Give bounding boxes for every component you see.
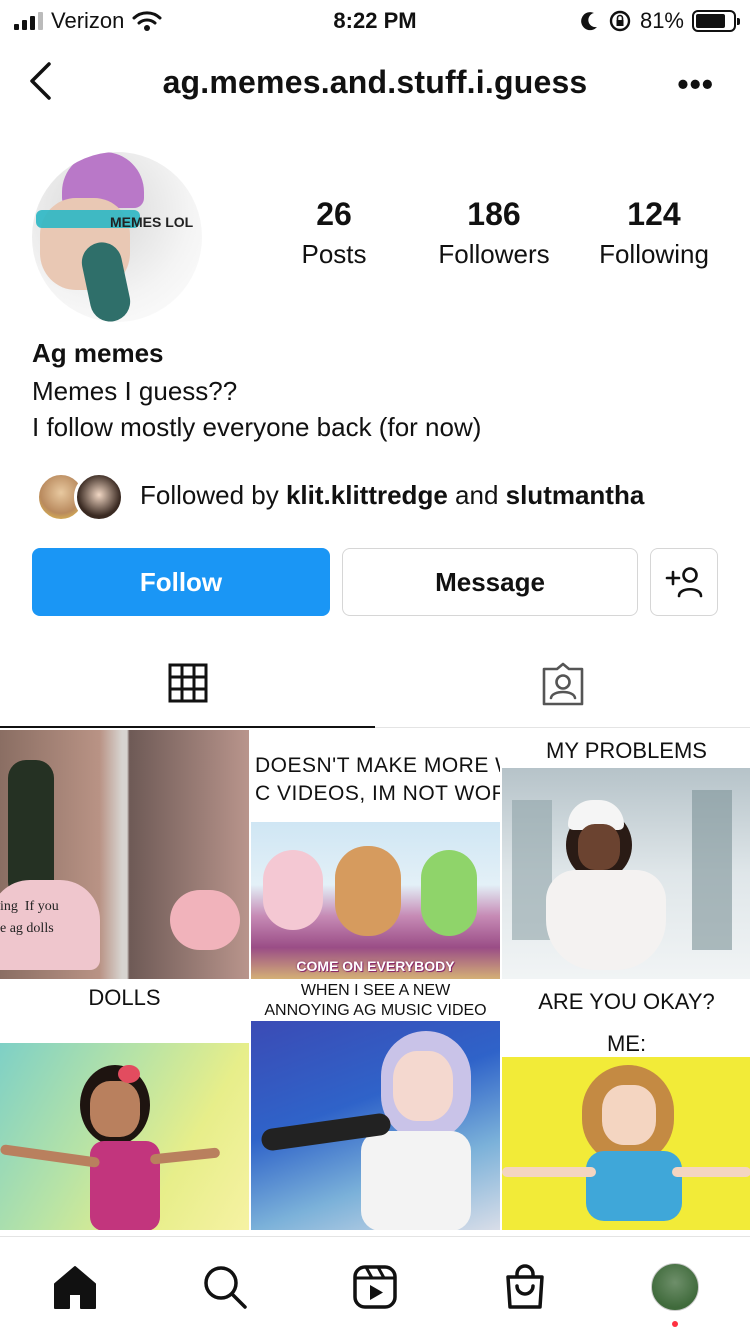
profile-icon bbox=[651, 1263, 699, 1311]
followed-by-row[interactable]: Followed by klit.klittredge and slutmant… bbox=[32, 468, 732, 526]
post-overlay-text: ing If you e ag dolls bbox=[0, 899, 59, 936]
rotation-lock-icon bbox=[609, 10, 631, 32]
stat-value: 186 bbox=[467, 196, 521, 232]
stat-following[interactable]: 124 Following bbox=[574, 196, 734, 270]
follow-button[interactable]: Follow bbox=[32, 548, 330, 616]
status-bar: Verizon 8:22 PM 81% bbox=[0, 0, 750, 40]
nav-search[interactable] bbox=[197, 1259, 253, 1315]
stat-value: 26 bbox=[316, 196, 352, 232]
moon-icon bbox=[581, 12, 597, 31]
add-person-icon bbox=[665, 567, 703, 598]
post-thumbnail[interactable]: DOLLS bbox=[0, 981, 249, 1230]
tab-tagged[interactable] bbox=[375, 640, 750, 728]
notification-dot bbox=[672, 1321, 678, 1327]
nav-reels[interactable] bbox=[347, 1259, 403, 1315]
battery-percent: 81% bbox=[639, 8, 684, 33]
post-thumbnail[interactable]: WHEN I SEE A NEW ANNOYING AG MUSIC VIDEO bbox=[251, 981, 500, 1230]
profile-header: ag.memes.and.stuff.i.guess ••• bbox=[0, 50, 750, 114]
stat-value: 124 bbox=[627, 196, 681, 232]
tagged-icon bbox=[542, 662, 583, 705]
post-thumbnail[interactable]: ARE YOU OKAY? ME: bbox=[502, 981, 750, 1230]
profile-stats: 26 Posts 186 Followers 124 Following bbox=[0, 196, 750, 276]
grid-icon bbox=[168, 663, 207, 703]
post-caption-sub: ME: bbox=[502, 1029, 750, 1059]
post-caption: ARE YOU OKAY? bbox=[502, 985, 750, 1019]
status-right: 81% bbox=[580, 8, 740, 34]
bottom-nav bbox=[0, 1236, 750, 1334]
post-caption: DOLLS bbox=[0, 983, 249, 1013]
tab-posts-grid[interactable] bbox=[0, 640, 375, 728]
post-thumbnail[interactable]: DOESN'T MAKE MORE WC C VIDEOS, IM NOT WO… bbox=[251, 730, 500, 979]
bio-line-1: Memes I guess?? bbox=[32, 376, 238, 406]
post-caption: WHEN I SEE A NEW ANNOYING AG MUSIC VIDEO bbox=[251, 981, 500, 1021]
stat-label: Followers bbox=[438, 239, 550, 269]
post-caption-sub bbox=[0, 1017, 249, 1043]
more-options-icon[interactable]: ••• bbox=[677, 66, 714, 103]
reels-icon bbox=[353, 1265, 397, 1309]
stat-followers[interactable]: 186 Followers bbox=[414, 196, 574, 270]
stat-label: Following bbox=[599, 239, 709, 269]
message-button[interactable]: Message bbox=[342, 548, 638, 616]
nav-profile[interactable] bbox=[647, 1259, 703, 1315]
follower-name: slutmantha bbox=[505, 480, 645, 510]
post-footer-text: COME ON EVERYBODY bbox=[296, 958, 455, 974]
profile-display-name: Ag memes bbox=[32, 338, 164, 368]
stat-posts[interactable]: 26 Posts bbox=[254, 196, 414, 270]
post-thumbnail[interactable]: ing If you e ag dolls bbox=[0, 730, 249, 979]
shop-icon bbox=[506, 1264, 544, 1309]
nav-shop[interactable] bbox=[497, 1259, 553, 1315]
post-caption: DOESN'T MAKE MORE WC C VIDEOS, IM NOT WO… bbox=[251, 752, 500, 822]
followed-by-text: Followed by klit.klittredge and slutmant… bbox=[140, 480, 645, 510]
add-person-button[interactable] bbox=[650, 548, 718, 616]
username-title: ag.memes.and.stuff.i.guess bbox=[162, 64, 588, 100]
nav-home[interactable] bbox=[47, 1259, 103, 1315]
follower-avatar bbox=[74, 472, 124, 522]
bio-line-2: I follow mostly everyone back (for now) bbox=[32, 412, 482, 442]
search-icon bbox=[204, 1266, 247, 1309]
battery-icon bbox=[692, 10, 740, 32]
stat-label: Posts bbox=[301, 239, 367, 269]
home-icon bbox=[54, 1266, 96, 1309]
post-thumbnail[interactable]: MY PROBLEMS bbox=[502, 730, 750, 979]
post-caption: MY PROBLEMS bbox=[502, 734, 750, 768]
follower-name: klit.klittredge bbox=[285, 480, 448, 510]
